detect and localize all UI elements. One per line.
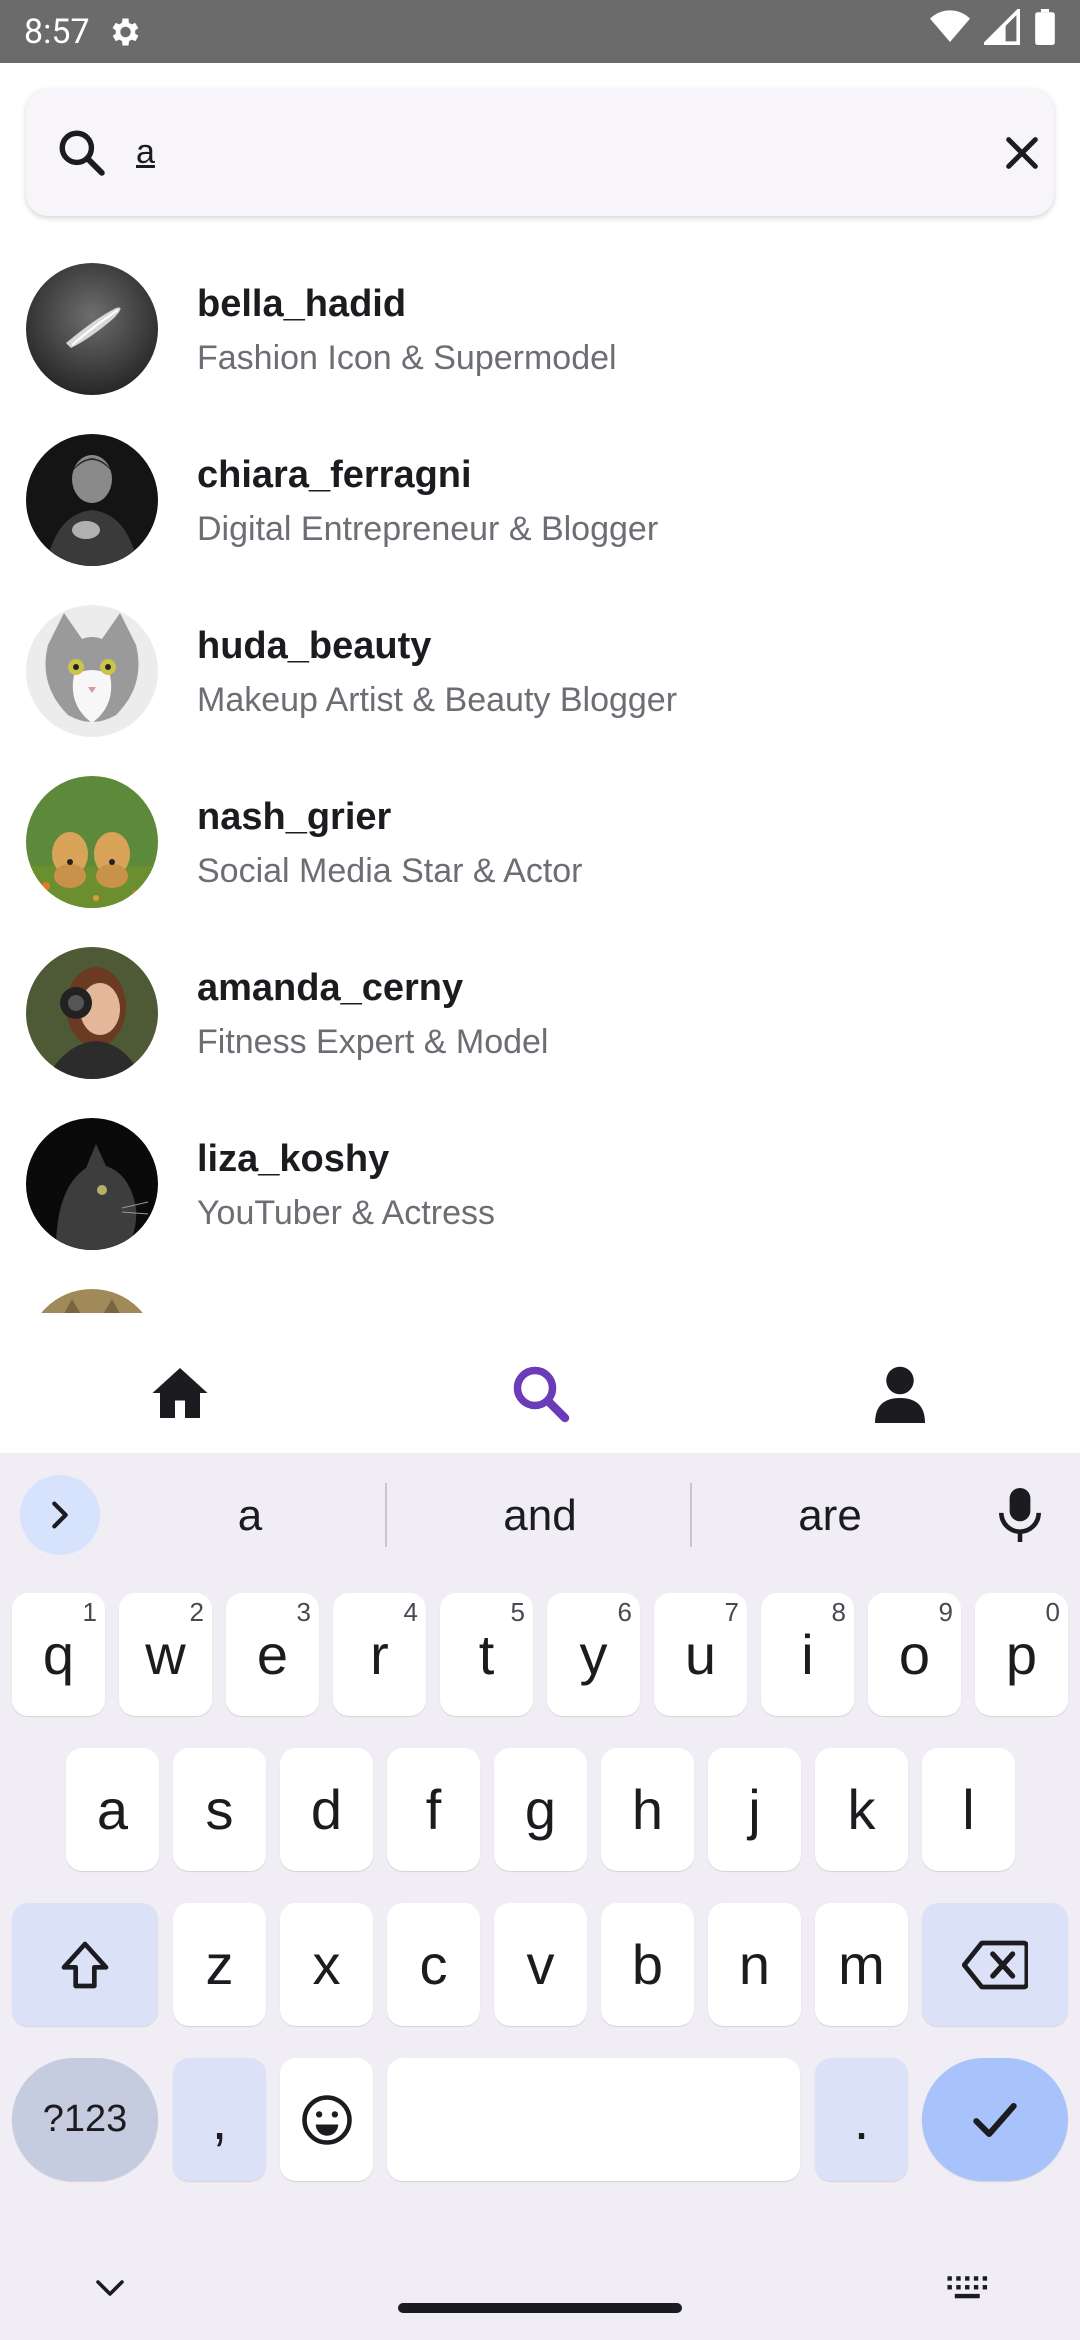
search-bar [26,89,1054,216]
avatar [26,776,158,908]
suggestion-divider [385,1483,387,1547]
search-icon [56,127,106,181]
avatar [26,434,158,566]
key-k[interactable]: k [815,1748,908,1871]
user-bio: YouTuber & Actress [197,1194,495,1232]
key-t[interactable]: t5 [440,1593,533,1716]
list-item[interactable]: huda_beauty Makeup Artist & Beauty Blogg… [0,583,1080,754]
key-b[interactable]: b [601,1903,694,2026]
key-w[interactable]: w2 [119,1593,212,1716]
suggestion-2[interactable]: and [420,1481,660,1551]
key-m[interactable]: m [815,1903,908,2026]
suggestion-1[interactable]: a [140,1481,360,1551]
username: bella_hadid [197,283,407,325]
symbols-key[interactable]: ?123 [12,2058,158,2181]
key-i[interactable]: i8 [761,1593,854,1716]
suggestion-divider [690,1483,692,1547]
username: nash_grier [197,796,392,838]
shift-key[interactable] [12,1903,158,2026]
signal-icon [981,6,1020,54]
battery-icon [1034,9,1056,54]
space-key[interactable] [387,2058,800,2181]
user-bio: Social Media Star & Actor [197,852,583,890]
suggestion-bar: a and are [0,1453,1080,1578]
key-l[interactable]: l [922,1748,1015,1871]
key-z[interactable]: z [173,1903,266,2026]
hide-keyboard-chevron-icon[interactable] [92,2273,128,2307]
backspace-key[interactable] [922,1903,1068,2026]
search-icon[interactable] [510,1363,570,1423]
avatar [26,605,158,737]
user-bio: Fitness Expert & Model [197,1023,549,1061]
key-x[interactable]: x [280,1903,373,2026]
key-g[interactable]: g [494,1748,587,1871]
app-screen: bella_hadid Fashion Icon & Supermodel ch… [0,63,1080,1453]
list-item[interactable]: liza_koshy YouTuber & Actress [0,1096,1080,1267]
key-e[interactable]: e3 [226,1593,319,1716]
search-results-list: bella_hadid Fashion Icon & Supermodel ch… [0,241,1080,1376]
home-icon[interactable] [150,1363,210,1423]
backspace-icon [962,1940,1028,1989]
emoji-key[interactable] [280,2058,373,2181]
avatar [26,947,158,1079]
key-j[interactable]: j [708,1748,801,1871]
key-v[interactable]: v [494,1903,587,2026]
emoji-icon [301,2094,352,2145]
status-bar: 8:57 [0,0,1080,63]
key-r[interactable]: r4 [333,1593,426,1716]
period-key[interactable]: . [815,2058,908,2181]
username: chiara_ferragni [197,454,472,496]
key-u[interactable]: u7 [654,1593,747,1716]
key-a[interactable]: a [66,1748,159,1871]
checkmark-icon [973,2102,1017,2137]
list-item[interactable]: bella_hadid Fashion Icon & Supermodel [0,241,1080,412]
search-input[interactable] [136,119,976,185]
avatar [26,1118,158,1250]
list-item[interactable]: chiara_ferragni Digital Entrepreneur & B… [0,412,1080,583]
username: amanda_cerny [197,967,464,1009]
person-icon[interactable] [870,1363,930,1423]
keyboard-nav-bar [0,2243,1080,2340]
wifi-icon [930,9,970,54]
bottom-navigation [0,1313,1080,1453]
list-item[interactable]: nash_grier Social Media Star & Actor [0,754,1080,925]
shift-arrow-icon [61,1941,109,1988]
avatar [26,263,158,395]
key-q[interactable]: q1 [12,1593,105,1716]
suggestion-3[interactable]: are [720,1481,940,1551]
comma-key[interactable]: , [173,2058,266,2181]
home-indicator[interactable] [398,2303,682,2313]
microphone-icon[interactable] [998,1488,1042,1546]
soft-keyboard: a and are q1 w2 e3 r4 t5 y6 u7 i8 o9 p0 … [0,1453,1080,2340]
chevron-right-icon[interactable] [20,1475,100,1555]
status-time: 8:57 [24,11,90,52]
user-bio: Fashion Icon & Supermodel [197,339,617,377]
key-y[interactable]: y6 [547,1593,640,1716]
username: liza_koshy [197,1138,390,1180]
key-s[interactable]: s [173,1748,266,1871]
key-o[interactable]: o9 [868,1593,961,1716]
key-c[interactable]: c [387,1903,480,2026]
keyboard-switch-icon[interactable] [946,2273,990,2307]
key-h[interactable]: h [601,1748,694,1871]
settings-gear-icon [106,14,142,50]
list-item[interactable]: amanda_cerny Fitness Expert & Model [0,925,1080,1096]
user-bio: Makeup Artist & Beauty Blogger [197,681,678,719]
close-icon[interactable] [1002,133,1042,173]
key-f[interactable]: f [387,1748,480,1871]
username: huda_beauty [197,625,432,667]
key-d[interactable]: d [280,1748,373,1871]
key-n[interactable]: n [708,1903,801,2026]
enter-key[interactable] [922,2058,1068,2181]
key-p[interactable]: p0 [975,1593,1068,1716]
user-bio: Digital Entrepreneur & Blogger [197,510,659,548]
